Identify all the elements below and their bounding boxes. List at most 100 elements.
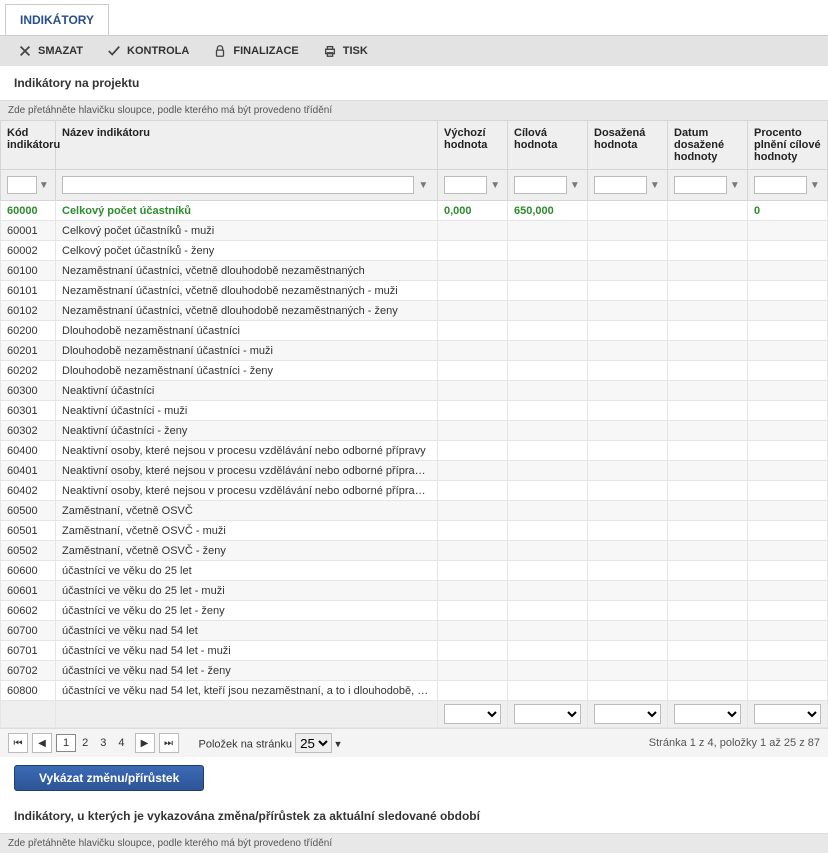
table-row[interactable]: 60301Neaktivní účastníci - muži: [1, 401, 828, 421]
col-header-initial[interactable]: Výchozí hodnota: [438, 121, 508, 170]
pager-page-1[interactable]: 1: [56, 734, 76, 752]
table-row[interactable]: 60102Nezaměstnaní účastníci, včetně dlou…: [1, 301, 828, 321]
cell-v1: [438, 241, 508, 261]
cell-code: 60100: [1, 261, 56, 281]
filter-code[interactable]: [7, 176, 37, 194]
pager-prev-button[interactable]: ◀: [32, 733, 52, 753]
cell-v2: [508, 481, 588, 501]
pager-last-button[interactable]: ⏭: [159, 733, 179, 753]
cell-name: Neaktivní účastníci: [56, 381, 438, 401]
table-row[interactable]: 60501Zaměstnaní, včetně OSVČ - muži: [1, 521, 828, 541]
col-header-code[interactable]: Kód indikátoru: [1, 121, 56, 170]
filter-icon[interactable]: ▼: [489, 177, 501, 193]
print-button[interactable]: TISK: [313, 40, 378, 62]
cell-v3: [588, 301, 668, 321]
table-row[interactable]: 60002Celkový počet účastníků - ženy: [1, 241, 828, 261]
table-row[interactable]: 60302Neaktivní účastníci - ženy: [1, 421, 828, 441]
col-header-date[interactable]: Datum dosažené hodnoty: [668, 121, 748, 170]
filter-percent[interactable]: [754, 176, 807, 194]
cell-code: 60200: [1, 321, 56, 341]
table-row[interactable]: 60500Zaměstnaní, včetně OSVČ: [1, 501, 828, 521]
table-row[interactable]: 60701účastníci ve věku nad 54 let - muži: [1, 641, 828, 661]
table-row[interactable]: 60200Dlouhodobě nezaměstnaní účastníci: [1, 321, 828, 341]
table-row[interactable]: 60300Neaktivní účastníci: [1, 381, 828, 401]
group-by-hint[interactable]: Zde přetáhněte hlavičku sloupce, podle k…: [0, 101, 828, 120]
cell-v5: [748, 361, 828, 381]
cell-v1: [438, 461, 508, 481]
cell-v1: [438, 521, 508, 541]
col-header-percent[interactable]: Procento plnění cílové hodnoty: [748, 121, 828, 170]
check-button[interactable]: KONTROLA: [97, 40, 199, 62]
filter-icon[interactable]: ▼: [569, 177, 581, 193]
table-row[interactable]: 60201Dlouhodobě nezaměstnaní účastníci -…: [1, 341, 828, 361]
pager-first-button[interactable]: ⏮: [8, 733, 28, 753]
table-row[interactable]: 60700účastníci ve věku nad 54 let: [1, 621, 828, 641]
cell-v2: [508, 621, 588, 641]
cell-name: Nezaměstnaní účastníci, včetně dlouhodob…: [56, 301, 438, 321]
cell-v2: [508, 281, 588, 301]
cell-code: 60002: [1, 241, 56, 261]
cell-name: Nezaměstnaní účastníci, včetně dlouhodob…: [56, 261, 438, 281]
footer-select-achieved[interactable]: [594, 704, 661, 724]
filter-icon[interactable]: ▼: [809, 177, 821, 193]
cell-v5: [748, 601, 828, 621]
filter-achieved[interactable]: [594, 176, 647, 194]
footer-select-target[interactable]: [514, 704, 581, 724]
table-row[interactable]: 60800účastníci ve věku nad 54 let, kteří…: [1, 681, 828, 701]
filter-date[interactable]: [674, 176, 727, 194]
tab-indicators[interactable]: INDIKÁTORY: [5, 4, 109, 35]
cell-v5: 0: [748, 201, 828, 221]
finalize-button[interactable]: FINALIZACE: [203, 40, 308, 62]
footer-select-percent[interactable]: [754, 704, 821, 724]
cell-v5: [748, 641, 828, 661]
cell-v2: [508, 401, 588, 421]
table-row[interactable]: 60602účastníci ve věku do 25 let - ženy: [1, 601, 828, 621]
table-row[interactable]: 60000Celkový počet účastníků0,000650,000…: [1, 201, 828, 221]
cell-code: 60401: [1, 461, 56, 481]
cell-v1: [438, 321, 508, 341]
filter-target[interactable]: [514, 176, 567, 194]
table-row[interactable]: 60702účastníci ve věku nad 54 let - ženy: [1, 661, 828, 681]
report-change-button[interactable]: Vykázat změnu/přírůstek: [14, 765, 204, 791]
col-header-achieved[interactable]: Dosažená hodnota: [588, 121, 668, 170]
filter-initial[interactable]: [444, 176, 487, 194]
table-row[interactable]: 60001Celkový počet účastníků - muži: [1, 221, 828, 241]
table-row[interactable]: 60100Nezaměstnaní účastníci, včetně dlou…: [1, 261, 828, 281]
table-row[interactable]: 60401Neaktivní osoby, které nejsou v pro…: [1, 461, 828, 481]
table-row[interactable]: 60601účastníci ve věku do 25 let - muži: [1, 581, 828, 601]
table-row[interactable]: 60400Neaktivní osoby, které nejsou v pro…: [1, 441, 828, 461]
col-header-name[interactable]: Název indikátoru: [56, 121, 438, 170]
cell-code: 60301: [1, 401, 56, 421]
pager-page-2[interactable]: 2: [76, 735, 94, 751]
delete-button[interactable]: SMAZAT: [8, 40, 93, 62]
cell-v5: [748, 621, 828, 641]
group-by-hint-2[interactable]: Zde přetáhněte hlavičku sloupce, podle k…: [0, 834, 828, 853]
table-row[interactable]: 60202Dlouhodobě nezaměstnaní účastníci -…: [1, 361, 828, 381]
table-row[interactable]: 60502Zaměstnaní, včetně OSVČ - ženy: [1, 541, 828, 561]
col-header-target[interactable]: Cílová hodnota: [508, 121, 588, 170]
footer-select-initial[interactable]: [444, 704, 501, 724]
table-row[interactable]: 60101Nezaměstnaní účastníci, včetně dlou…: [1, 281, 828, 301]
filter-icon[interactable]: ▼: [416, 177, 431, 193]
pager-page-3[interactable]: 3: [94, 735, 112, 751]
cell-name: Celkový počet účastníků - ženy: [56, 241, 438, 261]
filter-icon[interactable]: ▼: [39, 177, 49, 193]
pager-page-4[interactable]: 4: [112, 735, 130, 751]
pager-info: Stránka 1 z 4, položky 1 až 25 z 87: [649, 737, 820, 749]
cell-name: Neaktivní osoby, které nejsou v procesu …: [56, 481, 438, 501]
pager-next-button[interactable]: ▶: [135, 733, 155, 753]
filter-icon[interactable]: ▼: [649, 177, 661, 193]
cell-v1: [438, 621, 508, 641]
cell-v2: [508, 581, 588, 601]
cell-v4: [668, 341, 748, 361]
filter-icon[interactable]: ▼: [729, 177, 741, 193]
filter-name[interactable]: [62, 176, 414, 194]
footer-select-date[interactable]: [674, 704, 741, 724]
cell-v1: [438, 401, 508, 421]
table-row[interactable]: 60600účastníci ve věku do 25 let: [1, 561, 828, 581]
cell-v3: [588, 541, 668, 561]
cell-v3: [588, 281, 668, 301]
cell-name: Zaměstnaní, včetně OSVČ - ženy: [56, 541, 438, 561]
page-size-select[interactable]: 25: [295, 733, 332, 753]
table-row[interactable]: 60402Neaktivní osoby, které nejsou v pro…: [1, 481, 828, 501]
